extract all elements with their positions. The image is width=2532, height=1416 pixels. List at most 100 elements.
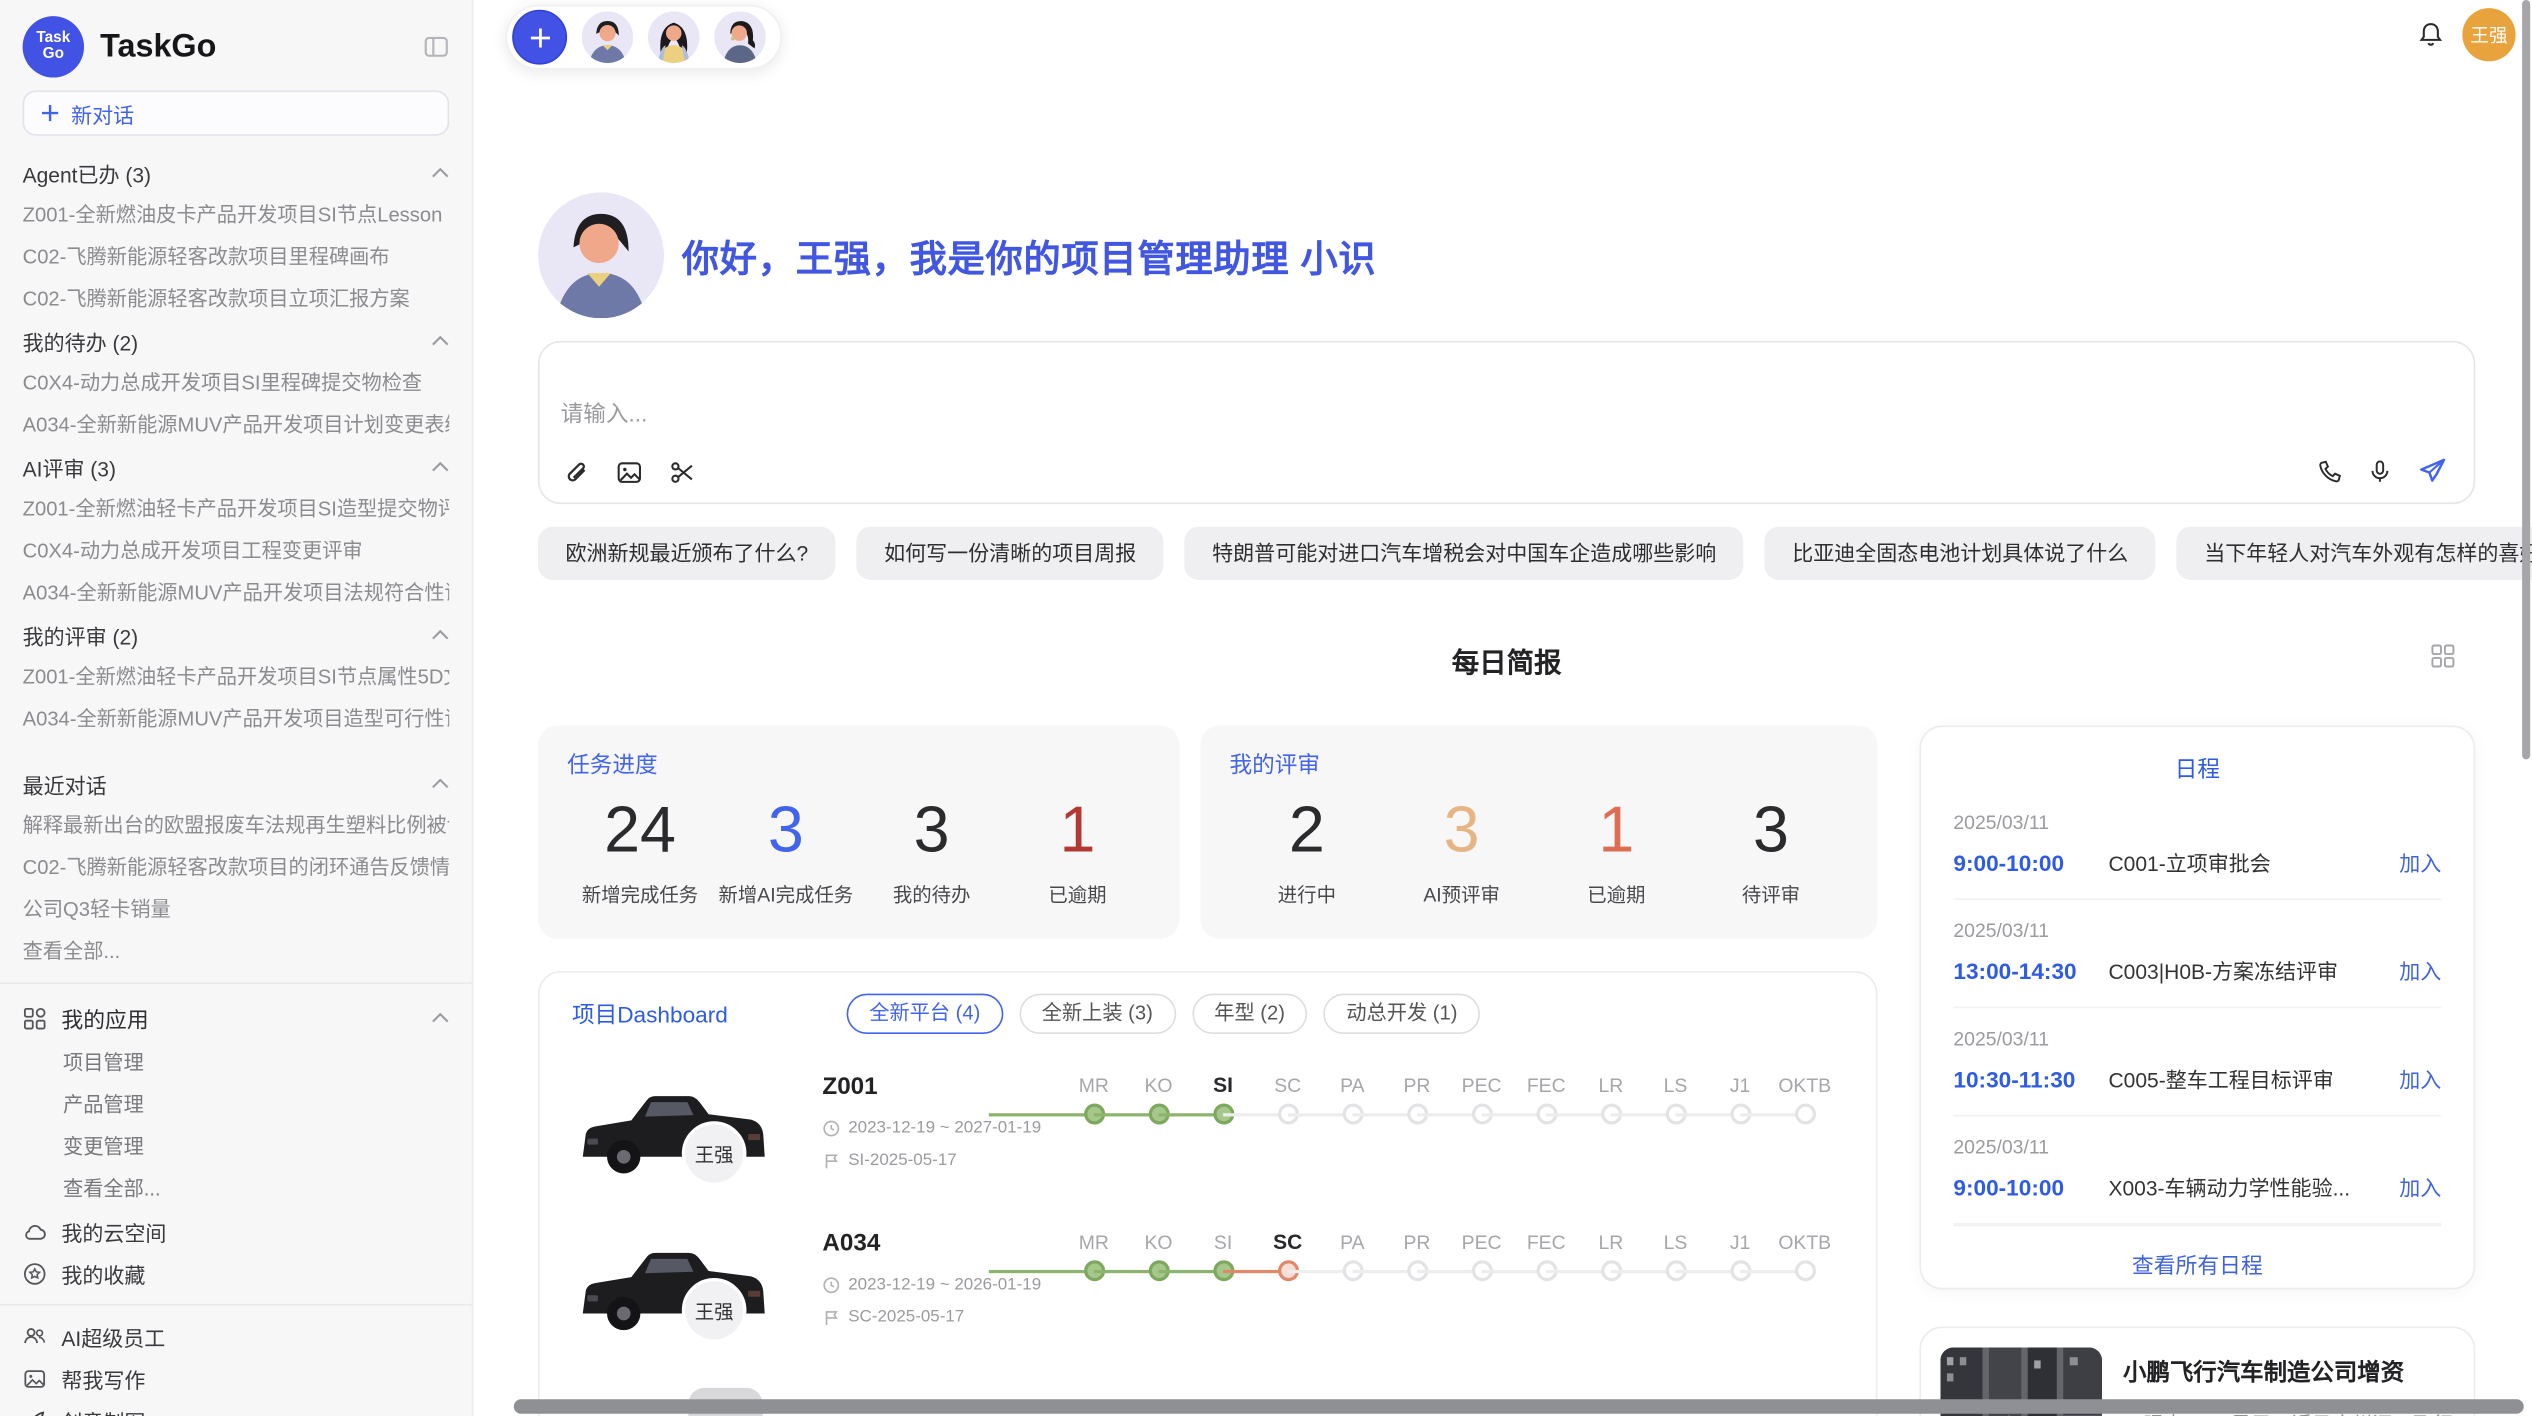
stat-value: 3 (713, 793, 859, 867)
milestone-stage: PR (1385, 1073, 1450, 1134)
sidebar-my-apps-header[interactable]: 我的应用 (23, 994, 450, 1042)
event-title: X003-车辆动力学性能验... (2108, 1171, 2386, 1202)
assistant-avatar (538, 192, 664, 318)
milestone-stage: SC (1255, 1073, 1320, 1134)
sidebar-section-title: 我的评审 (2) (23, 620, 432, 651)
sidebar-item[interactable]: C0X4-动力总成开发项目工程变更评审 (23, 530, 450, 572)
horizontal-scrollbar[interactable] (514, 1399, 2524, 1414)
dashboard-filter-pill[interactable]: 动总开发 (1) (1324, 994, 1480, 1034)
sidebar-item[interactable]: 查看全部... (23, 931, 450, 973)
sidebar-item[interactable]: Z001-全新燃油皮卡产品开发项目SI节点Lesson Learn报告 (23, 194, 450, 236)
sidebar-app-item[interactable]: 查看全部... (23, 1168, 450, 1210)
users-icon (23, 1324, 47, 1348)
sidebar-app-item[interactable]: 项目管理 (23, 1042, 450, 1084)
stat: 3新增AI完成任务 (713, 793, 859, 908)
collapse-sidebar-icon[interactable] (423, 34, 449, 60)
sidebar-item[interactable]: A034-全新新能源MUV产品开发项目法规符合性评审 (23, 572, 450, 614)
event-divider (1953, 898, 2441, 900)
sidebar-item[interactable]: Z001-全新燃油轻卡产品开发项目SI造型提交物评审 (23, 488, 450, 530)
milestone-stage: LS (1643, 1230, 1708, 1291)
dashboard-filter-pill[interactable]: 年型 (2) (1192, 994, 1308, 1034)
project-milestone-label: SC-2025-05-17 (848, 1307, 964, 1326)
suggestion-chip[interactable]: 当下年轻人对汽车外观有怎样的喜好趋势 (2177, 527, 2532, 580)
sidebar-link-创意制图[interactable]: 创意制图 (23, 1399, 450, 1416)
sidebar-section-header[interactable]: AI评审 (3) (23, 446, 450, 488)
event-time: 10:30-11:30 (1953, 1066, 2108, 1092)
stage-dot (1794, 1260, 1815, 1281)
stage-dot-area (1255, 1099, 1320, 1135)
stage-dot-area (1320, 1099, 1385, 1135)
stat-label: 我的待办 (859, 881, 1005, 908)
sidebar-link-label: 创意制图 (61, 1405, 145, 1416)
vertical-scrollbar[interactable] (2522, 0, 2530, 759)
stat-value: 1 (1539, 793, 1694, 867)
sidebar-item[interactable]: Z001-全新燃油轻卡产品开发项目SI节点属性5D文件评审 (23, 656, 450, 698)
sidebar-header: Task Go TaskGo (23, 13, 450, 81)
stat: 24新增完成任务 (567, 793, 713, 908)
project-code: Z001 (822, 1073, 877, 1100)
event-date: 2025/03/11 (1953, 1028, 2441, 1051)
sidebar-link-帮我写作[interactable]: 帮我写作 (23, 1357, 450, 1399)
stat-label: 已逾期 (1005, 881, 1151, 908)
sidebar-section-header[interactable]: 我的待办 (2) (23, 320, 450, 362)
event-join-link[interactable]: 加入 (2399, 955, 2441, 986)
stage-label: J1 (1708, 1073, 1773, 1099)
image-icon[interactable] (616, 459, 643, 486)
sidebar-section-title: AI评审 (3) (23, 452, 432, 483)
sidebar-item[interactable]: 解释最新出台的欧盟报废车法规再生塑料比例被调至15%... (23, 805, 450, 847)
sidebar-item[interactable]: 公司Q3轻卡销量 (23, 889, 450, 931)
stat: 1已逾期 (1005, 793, 1151, 908)
sidebar-item[interactable]: A034-全新新能源MUV产品开发项目造型可行性评审 (23, 698, 450, 740)
dashboard-filter-pill[interactable]: 全新平台 (4) (847, 994, 1003, 1034)
sidebar-app-item[interactable]: 产品管理 (23, 1084, 450, 1126)
sidebar-item[interactable]: C02-飞腾新能源轻客改款项目里程碑画布 (23, 236, 450, 278)
briefing-left-column: 任务进度24新增完成任务3新增AI完成任务3我的待办1已逾期我的评审2进行中3A… (538, 725, 1877, 1416)
view-all-schedule-link[interactable]: 查看所有日程 (1953, 1225, 2441, 1303)
suggestion-chip[interactable]: 如何写一份清晰的项目周报 (857, 527, 1164, 580)
briefing-header: 每日简报 (538, 640, 2475, 676)
milestone-stage: OKTB (1772, 1230, 1837, 1291)
sidebar-app-item[interactable]: 变更管理 (23, 1126, 450, 1168)
phone-icon[interactable] (2317, 458, 2343, 484)
event-date: 2025/03/11 (1953, 919, 2441, 942)
chat-input[interactable] (561, 397, 1401, 462)
stage-line (989, 1269, 1094, 1272)
sidebar-item[interactable]: A034-全新新能源MUV产品开发项目计划变更表编写 (23, 404, 450, 446)
milestone-stage: LR (1579, 1073, 1644, 1134)
event-join-link[interactable]: 加入 (2399, 1063, 2441, 1094)
new-chat-button[interactable]: 新对话 (23, 90, 450, 135)
sidebar-section-header[interactable]: Agent已办 (3) (23, 152, 450, 194)
stat-value: 3 (1384, 793, 1539, 867)
sidebar-item[interactable]: C02-飞腾新能源轻客改款项目的闭环通告反馈情况 (23, 847, 450, 889)
project-row: 王强Z0012023-12-19 ~ 2027-01-19SI-2025-05-… (540, 1060, 1876, 1217)
stage-label: SI (1191, 1230, 1256, 1256)
send-icon[interactable] (2417, 456, 2448, 487)
suggestion-chip[interactable]: 特朗普可能对进口汽车增税会对中国车企造成哪些影响 (1185, 527, 1744, 580)
plus-icon (40, 103, 59, 122)
sidebar-item[interactable]: C02-飞腾新能源轻客改款项目立项汇报方案 (23, 278, 450, 320)
suggestion-chip[interactable]: 比亚迪全固态电池计划具体说了什么 (1765, 527, 2156, 580)
paperclip-icon[interactable] (562, 459, 589, 486)
event-title: C001-立项审批会 (2108, 847, 2386, 878)
stage-dot-area (1772, 1099, 1837, 1135)
sidebar-section-header[interactable]: 我的评审 (2) (23, 614, 450, 656)
suggestion-chip[interactable]: 欧洲新规最近颁布了什么? (538, 527, 836, 580)
stat-label: 已逾期 (1539, 881, 1694, 908)
event-join-link[interactable]: 加入 (2399, 1171, 2441, 1202)
milestone-stage: SC (1255, 1230, 1320, 1291)
photo-icon (23, 1366, 47, 1390)
layout-grid-icon[interactable] (2430, 643, 2456, 669)
microphone-icon[interactable] (2367, 458, 2393, 484)
dashboard-filter-pill[interactable]: 全新上装 (3) (1019, 994, 1175, 1034)
project-milestone: SC-2025-05-17 (822, 1307, 964, 1326)
sidebar-link-我的收藏[interactable]: 我的收藏 (23, 1252, 450, 1294)
sidebar-item[interactable]: C0X4-动力总成开发项目SI里程碑提交物检查 (23, 362, 450, 404)
briefing-card: 我的评审2进行中3AI预评审1已逾期3待评审 (1200, 725, 1877, 938)
scissors-icon[interactable] (669, 459, 696, 486)
sidebar-link-我的云空间[interactable]: 我的云空间 (23, 1210, 450, 1252)
stage-label: PR (1385, 1073, 1450, 1099)
sidebar-link-AI超级员工[interactable]: AI超级员工 (23, 1315, 450, 1357)
sidebar-section-header[interactable]: 最近对话 (23, 763, 450, 805)
event-join-link[interactable]: 加入 (2399, 847, 2441, 878)
event-date: 2025/03/11 (1953, 1136, 2441, 1159)
